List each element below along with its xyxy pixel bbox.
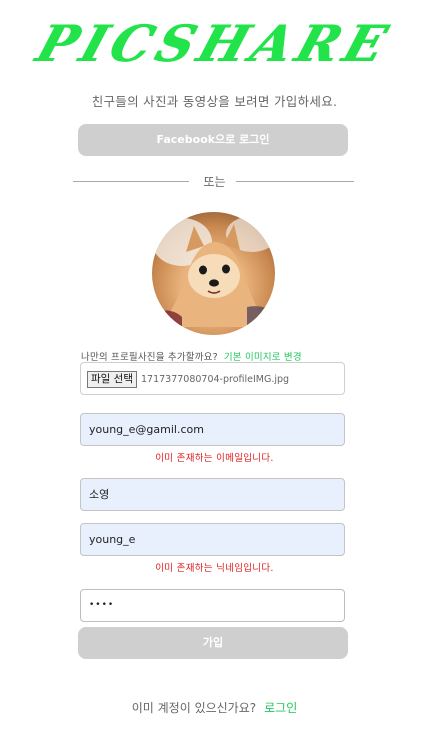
divider-line-right (236, 181, 354, 182)
name-field[interactable]: 소영 (80, 478, 345, 511)
facebook-login-button[interactable]: Facebook으로 로그인 (78, 124, 348, 156)
email-error: 이미 존재하는 이메일입니다. (155, 453, 274, 464)
app-logo: PICSHARE (0, 14, 429, 86)
logo-text: PICSHARE (29, 14, 400, 73)
login-link[interactable]: 로그인 (264, 701, 297, 715)
login-prompt-text: 이미 계정이 있으신가요? (131, 701, 257, 715)
dog-photo (152, 216, 275, 335)
signup-button[interactable]: 가입 (78, 627, 348, 659)
nickname-error: 이미 존재하는 닉네임입니다. (155, 563, 274, 574)
password-field[interactable]: •••• (80, 589, 345, 622)
nickname-field[interactable]: young_e (80, 523, 345, 556)
email-field[interactable]: young_e@gamil.com (80, 413, 345, 446)
choose-file-button[interactable]: 파일 선택 (87, 370, 137, 388)
login-prompt: 이미 계정이 있으신가요? 로그인 (0, 699, 429, 716)
profile-photo-prompt: 나만의 프로필사진을 추가할까요? 기본 이미지로 변경 (81, 349, 302, 363)
profile-image (152, 212, 275, 335)
selected-file-name: 1717377080704-profileIMG.jpg (140, 373, 290, 385)
divider-text: 또는 (203, 175, 226, 189)
signup-subtitle: 친구들의 사진과 동영상을 보려면 가입하세요. (91, 94, 338, 109)
profile-file-input[interactable]: 파일 선택 1717377080704-profileIMG.jpg (80, 362, 345, 395)
